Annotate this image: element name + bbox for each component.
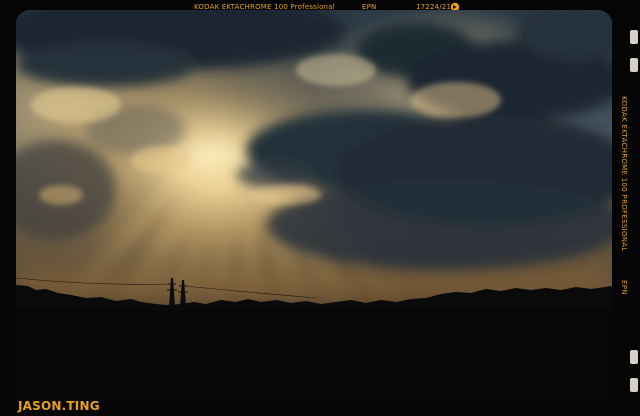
- sprocket-hole: [630, 350, 638, 364]
- side-code-label: EPN: [620, 279, 628, 295]
- photo-sun-rays: [16, 10, 612, 406]
- sprocket-hole: [630, 378, 638, 392]
- sprocket-hole: [630, 58, 638, 72]
- side-stock-label: KODAK EKTACHROME 100 PROFESSIONAL: [620, 96, 628, 252]
- film-frame: KODAK EKTACHROME 100 Professional EPN 17…: [0, 0, 640, 416]
- film-edge-side-text: KODAK EKTACHROME 100 PROFESSIONAL EPN: [620, 96, 628, 396]
- photographer-signature: JASON.TING: [18, 399, 100, 413]
- sprocket-hole: [630, 30, 638, 44]
